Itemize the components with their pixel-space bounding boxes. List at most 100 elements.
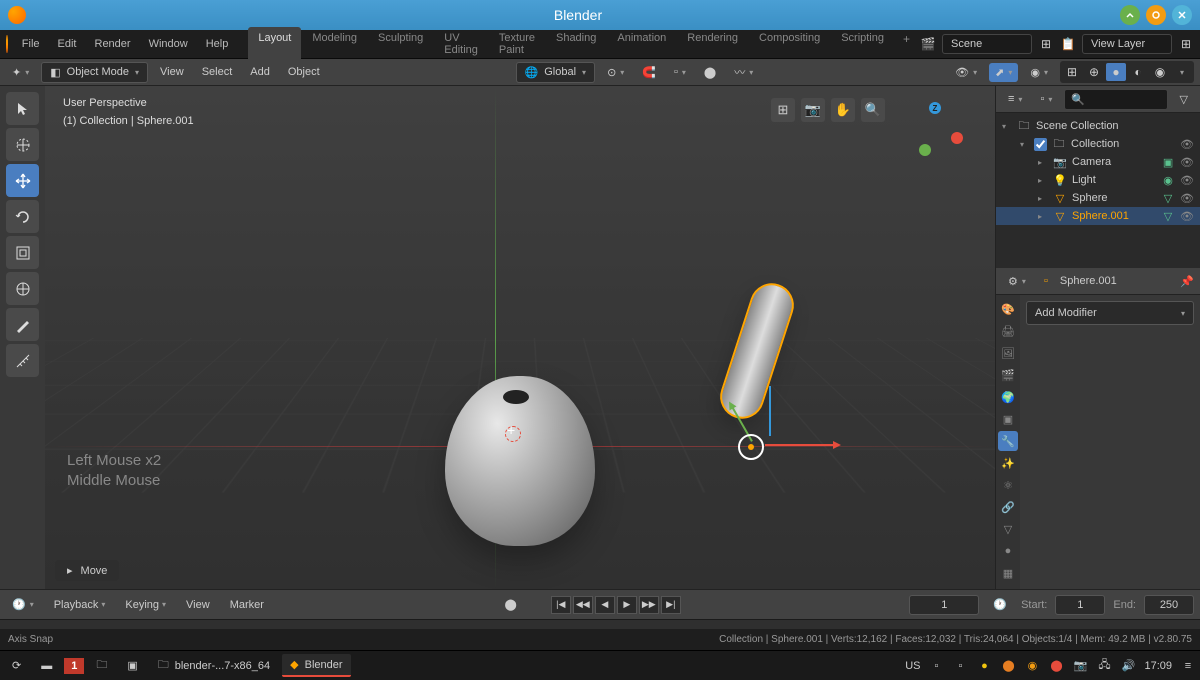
- camera-view-button[interactable]: ⊞: [771, 98, 795, 122]
- move-tool[interactable]: [6, 164, 39, 197]
- play-reverse-button[interactable]: ◀: [595, 596, 615, 614]
- expand-icon[interactable]: ▸: [1038, 158, 1048, 167]
- gizmo-toggle[interactable]: ⬈▾: [989, 63, 1018, 82]
- ptab-texture[interactable]: ▦: [998, 563, 1018, 583]
- tray-icon-5[interactable]: ◉: [1024, 658, 1040, 674]
- props-type-button[interactable]: ⚙▾: [1002, 272, 1032, 291]
- proportional-dropdown[interactable]: 〰▾: [728, 61, 759, 83]
- gizmo-x-axis[interactable]: [951, 132, 963, 144]
- tab-modeling[interactable]: Modeling: [302, 27, 367, 61]
- header-select[interactable]: Select: [196, 63, 239, 81]
- app-logo-icon[interactable]: [6, 35, 8, 53]
- header-add[interactable]: Add: [244, 63, 276, 81]
- jump-end-button[interactable]: ▶|: [661, 596, 681, 614]
- rendered-shading[interactable]: ◉: [1150, 63, 1170, 81]
- mode-dropdown[interactable]: ◧ Object Mode ▾: [41, 62, 148, 83]
- tree-item-light[interactable]: ▸ 💡 Light ◉ 👁: [996, 171, 1200, 189]
- ptab-viewlayer[interactable]: 🖼: [998, 343, 1018, 363]
- gizmo-z-handle[interactable]: [769, 386, 771, 436]
- menu-help[interactable]: Help: [198, 34, 237, 54]
- outliner-type-button[interactable]: ≡▾: [1002, 90, 1028, 108]
- scene-name-input[interactable]: [942, 34, 1032, 54]
- expand-icon[interactable]: ▸: [1038, 194, 1048, 203]
- tab-texture[interactable]: Texture Paint: [489, 27, 545, 61]
- ptab-particles[interactable]: ✨: [998, 453, 1018, 473]
- ptab-material[interactable]: ●: [998, 541, 1018, 561]
- collapse-icon[interactable]: ▾: [1020, 140, 1030, 149]
- tray-icon-1[interactable]: ▫: [928, 658, 944, 674]
- camera-button[interactable]: 📷: [801, 98, 825, 122]
- transform-tool[interactable]: [6, 272, 39, 305]
- nav-gizmo[interactable]: Z: [903, 98, 959, 154]
- timeline-keying[interactable]: Keying▾: [119, 596, 172, 614]
- timeline-playback[interactable]: Playback▾: [48, 596, 112, 614]
- maximize-button[interactable]: [1146, 5, 1166, 25]
- tab-compositing[interactable]: Compositing: [749, 27, 830, 61]
- snap-dropdown[interactable]: ▫▾: [668, 63, 692, 81]
- rotate-tool[interactable]: [6, 200, 39, 233]
- close-button[interactable]: [1172, 5, 1192, 25]
- gizmo-z-axis[interactable]: Z: [929, 102, 941, 114]
- cursor-tool[interactable]: [6, 128, 39, 161]
- tray-icon-6[interactable]: ⬤: [1048, 658, 1064, 674]
- expand-icon[interactable]: ▸: [1038, 176, 1048, 185]
- taskbar-blender[interactable]: ◆ Blender: [282, 654, 350, 677]
- mesh-sphere[interactable]: [445, 376, 595, 546]
- zoom-button[interactable]: 🔍: [861, 98, 885, 122]
- start-frame-input[interactable]: [1055, 595, 1105, 615]
- sync-button[interactable]: 🕐: [987, 595, 1013, 614]
- visibility-toggle[interactable]: 👁: [1180, 192, 1194, 205]
- header-view[interactable]: View: [154, 63, 190, 81]
- display-mode-button[interactable]: ▫▾: [1034, 90, 1058, 108]
- visibility-toggle[interactable]: 👁: [1180, 156, 1194, 169]
- tab-shading[interactable]: Shading: [546, 27, 606, 61]
- header-object[interactable]: Object: [282, 63, 326, 81]
- tab-uv[interactable]: UV Editing: [434, 27, 488, 61]
- view-layer-input[interactable]: [1082, 34, 1172, 54]
- menu-edit[interactable]: Edit: [50, 34, 85, 54]
- xray-toggle[interactable]: ⊞: [1062, 63, 1082, 81]
- wireframe-shading[interactable]: ⊕: [1084, 63, 1104, 81]
- terminal-button[interactable]: ▣: [119, 655, 145, 676]
- annotate-tool[interactable]: [6, 308, 39, 341]
- tray-camera-icon[interactable]: 📷: [1072, 658, 1088, 674]
- tree-item-camera[interactable]: ▸ 📷 Camera ▣ 👁: [996, 153, 1200, 171]
- prev-key-button[interactable]: ◀◀: [573, 596, 593, 614]
- scene-browse-icon[interactable]: 🎬: [920, 36, 936, 52]
- jump-start-button[interactable]: |◀: [551, 596, 571, 614]
- keyboard-layout[interactable]: US: [905, 660, 920, 672]
- shading-options[interactable]: ▾: [1172, 63, 1192, 81]
- show-desktop-button[interactable]: ▬: [33, 656, 60, 676]
- gizmo-y-axis[interactable]: [919, 144, 931, 156]
- outliner[interactable]: ▾ 🗀 Scene Collection ▾ 🗀 Collection 👁 ▸ …: [996, 113, 1200, 268]
- ptab-modifier[interactable]: 🔧: [998, 431, 1018, 451]
- ptab-render[interactable]: 🎨: [998, 299, 1018, 319]
- collection-enable-checkbox[interactable]: [1034, 138, 1047, 151]
- layer-new-icon[interactable]: ⊞: [1178, 36, 1194, 52]
- timeline-type-button[interactable]: 🕐▾: [6, 595, 40, 614]
- select-tool[interactable]: [6, 92, 39, 125]
- ptab-output[interactable]: 🖨: [998, 321, 1018, 341]
- overlay-toggle[interactable]: ◉▾: [1024, 63, 1054, 82]
- tab-sculpting[interactable]: Sculpting: [368, 27, 433, 61]
- editor-type-button[interactable]: ✦▾: [6, 63, 35, 82]
- ptab-scene[interactable]: 🎬: [998, 365, 1018, 385]
- visibility-dropdown[interactable]: 👁▾: [949, 63, 983, 82]
- ptab-constraints[interactable]: 🔗: [998, 497, 1018, 517]
- scene-new-icon[interactable]: ⊞: [1038, 36, 1054, 52]
- tray-menu-icon[interactable]: ≡: [1180, 658, 1196, 674]
- tray-icon-3[interactable]: ●: [976, 658, 992, 674]
- ptab-object[interactable]: ▣: [998, 409, 1018, 429]
- ptab-physics[interactable]: ⚛: [998, 475, 1018, 495]
- orientation-dropdown[interactable]: 🌐 Global ▾: [516, 62, 596, 83]
- filter-button[interactable]: ▽: [1174, 90, 1194, 109]
- add-workspace-button[interactable]: +: [895, 27, 918, 61]
- proportional-toggle[interactable]: ⬤: [698, 63, 722, 82]
- visibility-toggle[interactable]: 👁: [1180, 174, 1194, 187]
- tree-item-sphere[interactable]: ▸ ▽ Sphere ▽ 👁: [996, 189, 1200, 207]
- measure-tool[interactable]: [6, 344, 39, 377]
- ptab-world[interactable]: 🌍: [998, 387, 1018, 407]
- clock[interactable]: 17:09: [1144, 660, 1172, 672]
- next-key-button[interactable]: ▶▶: [639, 596, 659, 614]
- pin-icon[interactable]: 📌: [1180, 275, 1194, 288]
